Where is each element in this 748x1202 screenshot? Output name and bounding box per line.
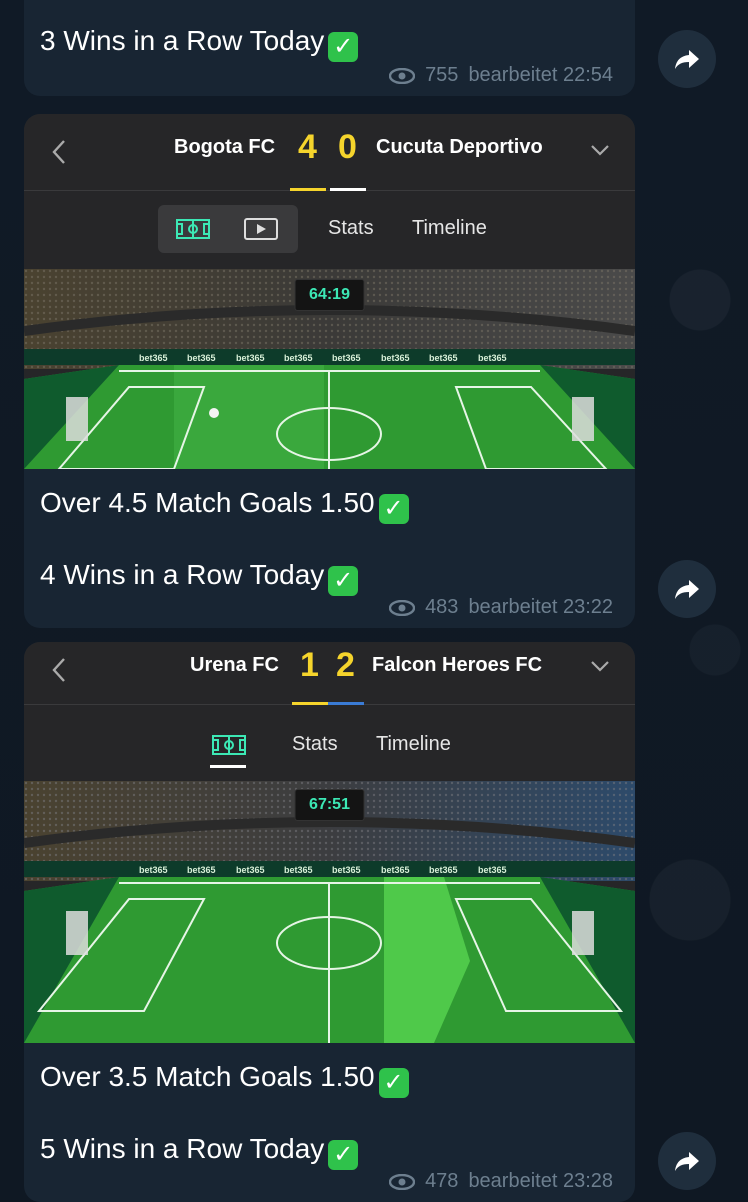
message-text-line1: Over 4.5 Match Goals 1.50 ✓	[24, 486, 425, 524]
message-meta: 755 bearbeitet 22:54	[389, 64, 613, 87]
svg-text:bet365: bet365	[139, 865, 168, 875]
share-icon	[675, 580, 699, 599]
match-timer: 67:51	[294, 789, 365, 821]
home-team-name: Urena FC	[190, 654, 279, 676]
tab-stats[interactable]: Stats	[328, 217, 374, 240]
svg-text:bet365: bet365	[284, 865, 313, 875]
svg-text:bet365: bet365	[187, 353, 216, 363]
share-icon	[675, 50, 699, 69]
pitch-icon[interactable]	[212, 735, 246, 755]
match-timer: 64:19	[294, 279, 365, 311]
share-button[interactable]	[658, 1132, 716, 1190]
pitch-icon[interactable]	[176, 219, 210, 239]
away-score: 0	[338, 128, 357, 166]
eye-icon	[389, 599, 416, 616]
home-score: 4	[298, 128, 317, 166]
edited-time: bearbeitet 23:28	[468, 1170, 613, 1192]
chevron-down-icon[interactable]	[589, 658, 611, 674]
view-count: 483	[425, 596, 459, 618]
share-button[interactable]	[658, 560, 716, 618]
away-score: 2	[336, 646, 355, 684]
check-mark-icon: ✓	[378, 494, 409, 524]
eye-icon	[389, 67, 416, 84]
match-tabs: Stats Timeline	[24, 705, 635, 781]
edited-time: bearbeitet 22:54	[468, 64, 613, 86]
message-text: 3 Wins in a Row Today ✓	[24, 24, 374, 62]
check-mark-icon: ✓	[328, 566, 359, 596]
check-mark-icon: ✓	[378, 1068, 409, 1098]
edited-time: bearbeitet 23:22	[468, 596, 613, 618]
message-text-line2: 4 Wins in a Row Today ✓	[24, 558, 374, 596]
view-count: 755	[425, 64, 459, 86]
message-2[interactable]: Bogota FC 4 0 Cucuta Deportivo Stats Tim…	[24, 114, 635, 628]
svg-text:bet365: bet365	[429, 865, 458, 875]
home-team-name: Bogota FC	[174, 136, 276, 158]
svg-text:bet365: bet365	[478, 353, 507, 363]
svg-text:bet365: bet365	[236, 353, 265, 363]
svg-text:bet365: bet365	[381, 865, 410, 875]
tab-timeline[interactable]: Timeline	[412, 217, 487, 240]
eye-icon	[389, 1173, 416, 1190]
match-header: Urena FC 1 2 Falcon Heroes FC	[24, 642, 635, 705]
away-team-name: Cucuta Deportivo	[376, 136, 543, 158]
svg-text:bet365: bet365	[332, 865, 361, 875]
message-meta: 483 bearbeitet 23:22	[389, 596, 613, 619]
svg-text:bet365: bet365	[381, 353, 410, 363]
share-button[interactable]	[658, 30, 716, 88]
svg-text:bet365: bet365	[429, 353, 458, 363]
svg-text:bet365: bet365	[284, 353, 313, 363]
message-3[interactable]: Urena FC 1 2 Falcon Heroes FC Stats Time…	[24, 642, 635, 1202]
svg-text:bet365: bet365	[139, 353, 168, 363]
message-text-line2: 5 Wins in a Row Today ✓	[24, 1132, 374, 1170]
message-text-line1: Over 3.5 Match Goals 1.50 ✓	[24, 1060, 425, 1098]
chevron-left-icon[interactable]	[50, 138, 68, 166]
match-header: Bogota FC 4 0 Cucuta Deportivo	[24, 114, 635, 191]
check-mark-icon: ✓	[328, 1140, 359, 1170]
pitch-visual: bet365 bet365 bet365 bet365 bet365 bet365 b…	[24, 269, 635, 469]
share-icon	[675, 1152, 699, 1171]
match-card[interactable]: Urena FC 1 2 Falcon Heroes FC Stats Time…	[24, 642, 635, 1043]
view-toggle[interactable]	[158, 205, 298, 253]
pitch-visual: bet365 bet365 bet365 bet365 bet365 bet365 b…	[24, 781, 635, 1043]
away-team-name: Falcon Heroes FC	[372, 654, 543, 676]
tab-stats[interactable]: Stats	[292, 733, 338, 756]
view-count: 478	[425, 1170, 459, 1192]
home-score: 1	[300, 646, 319, 684]
check-mark-icon: ✓	[328, 32, 359, 62]
chevron-down-icon[interactable]	[589, 142, 611, 158]
svg-text:bet365: bet365	[187, 865, 216, 875]
message-1[interactable]: 3 Wins in a Row Today ✓ 755 bearbeitet 22…	[24, 0, 635, 96]
match-card[interactable]: Bogota FC 4 0 Cucuta Deportivo Stats Tim…	[24, 114, 635, 469]
tab-active-underline	[210, 765, 246, 768]
svg-text:bet365: bet365	[478, 865, 507, 875]
message-meta: 478 bearbeitet 23:28	[389, 1170, 613, 1193]
svg-text:bet365: bet365	[236, 865, 265, 875]
match-tabs: Stats Timeline	[24, 191, 635, 269]
play-icon[interactable]	[244, 218, 278, 240]
svg-text:bet365: bet365	[332, 353, 361, 363]
tab-timeline[interactable]: Timeline	[376, 733, 451, 756]
chevron-left-icon[interactable]	[50, 656, 68, 684]
